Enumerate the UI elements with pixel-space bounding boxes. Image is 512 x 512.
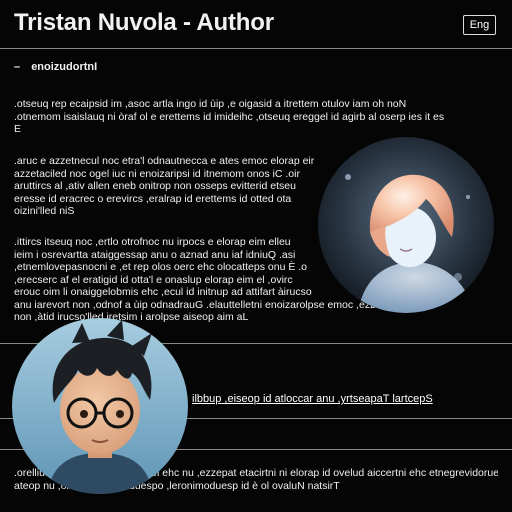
paragraph-line: .otseuq rep ecaipsid im ,asoc artla ingo…	[14, 98, 407, 110]
section-heading: enoizudortnI	[31, 61, 98, 73]
collapse-icon: –	[14, 61, 21, 73]
glowing-girl-avatar	[318, 137, 494, 313]
paragraph-1: .otseuq rep ecaipsid im ,asoc artla ingo…	[14, 98, 498, 136]
paragraph-line: E	[14, 123, 22, 135]
boy-with-glasses-avatar	[12, 318, 188, 494]
section-toggle-introduction[interactable]: – enoizudortnI	[14, 61, 97, 73]
publication-link[interactable]: ilbbup ,eiseop id atlocca­r anu ,yrtseap…	[192, 393, 433, 405]
page-title: Tristan Nuvola - Author	[14, 9, 274, 36]
language-button[interactable]: Eng	[463, 15, 496, 35]
page-header: Tristan Nuvola - Author Eng	[0, 0, 512, 49]
paragraph-line: .otnemom isaislauq ni òraf ol e erettems…	[14, 110, 445, 123]
